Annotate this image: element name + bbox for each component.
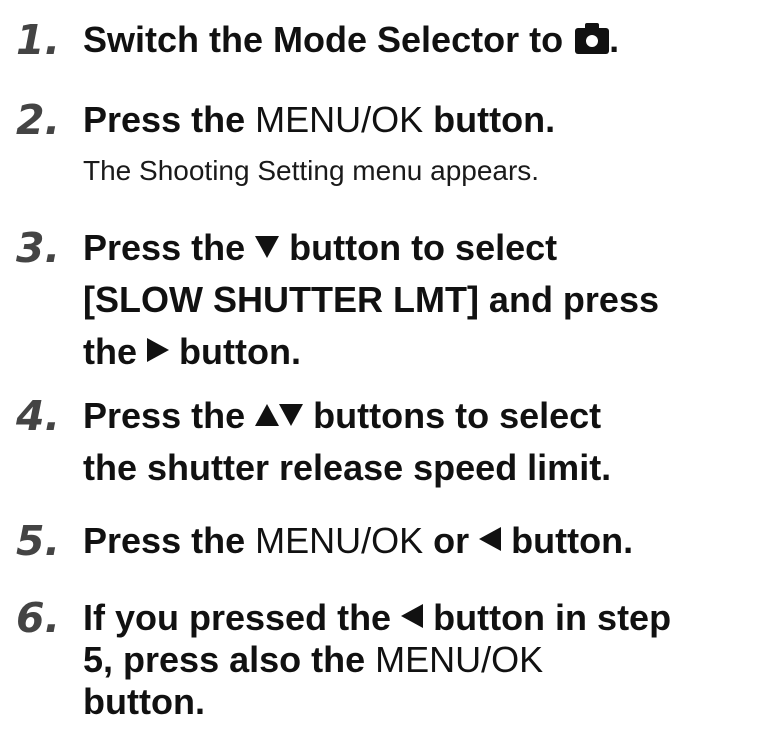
step-text-part: Press the	[83, 395, 246, 436]
step-text-line: button.	[83, 681, 205, 722]
step-text: Press the MENU/OK button.	[83, 94, 771, 146]
step-2: 2. Press the MENU/OK button. The Shootin…	[16, 94, 771, 194]
step-text-part: Switch the Mode Selector to	[83, 19, 564, 60]
right-arrow-icon	[147, 338, 170, 362]
step-number: 5.	[16, 517, 61, 565]
step-text: Press the MENU/OK or button.	[83, 515, 771, 567]
step-text-part: the	[83, 331, 137, 372]
step-text-part: 5, press also the	[83, 639, 366, 680]
menu-ok-label: MENU/OK	[255, 520, 424, 561]
down-arrow-icon	[255, 236, 280, 258]
step-text-part: button to select	[289, 227, 558, 268]
step-text-line: Press the buttons to select	[83, 390, 771, 442]
step-5: 5. Press the MENU/OK or button.	[16, 515, 771, 567]
menu-ok-label: MENU/OK	[255, 99, 424, 140]
step-1: 1. Switch the Mode Selector to .	[16, 14, 771, 66]
step-text-part: or	[433, 520, 470, 561]
step-text-line: the button.	[83, 326, 771, 378]
step-text-part: If you pressed the	[83, 597, 392, 638]
step-text-part: buttons to select	[313, 395, 602, 436]
step-3: 3. Press the button to select [SLOW SHUT…	[16, 222, 771, 378]
step-number: 6.	[16, 594, 61, 642]
step-6: 6. If you pressed the button in step 5, …	[16, 592, 771, 728]
step-text-part: button.	[511, 520, 634, 561]
step-number: 2.	[16, 96, 61, 144]
step-text-line: Press the button to select	[83, 222, 771, 274]
instruction-page: 1. Switch the Mode Selector to . 2. Pres…	[0, 0, 775, 729]
step-text-line: the shutter release speed limit.	[83, 447, 612, 488]
step-text-part: Press the	[83, 520, 246, 561]
step-text-part: button in step	[433, 597, 672, 638]
camera-icon	[575, 23, 610, 54]
menu-ok-label: MENU/OK	[375, 639, 544, 680]
step-text-part: .	[609, 19, 620, 60]
step-text-part: Press the	[83, 99, 246, 140]
step-text-part: Press the	[83, 227, 246, 268]
step-number: 3.	[16, 224, 61, 272]
up-arrow-icon	[255, 404, 280, 426]
step-text-part: button.	[179, 331, 301, 372]
step-text-line: [SLOW SHUTTER LMT] and press	[83, 279, 659, 320]
step-number: 1.	[16, 16, 61, 64]
left-arrow-icon	[401, 604, 424, 628]
step-note: The Shooting Setting menu appears.	[83, 155, 540, 186]
step-number: 4.	[16, 392, 61, 440]
step-text-part: button.	[433, 99, 556, 140]
step-text: Switch the Mode Selector to .	[83, 14, 771, 66]
down-arrow-icon	[279, 404, 304, 426]
step-4: 4. Press the buttons to select the shutt…	[16, 390, 771, 494]
left-arrow-icon	[479, 527, 502, 551]
